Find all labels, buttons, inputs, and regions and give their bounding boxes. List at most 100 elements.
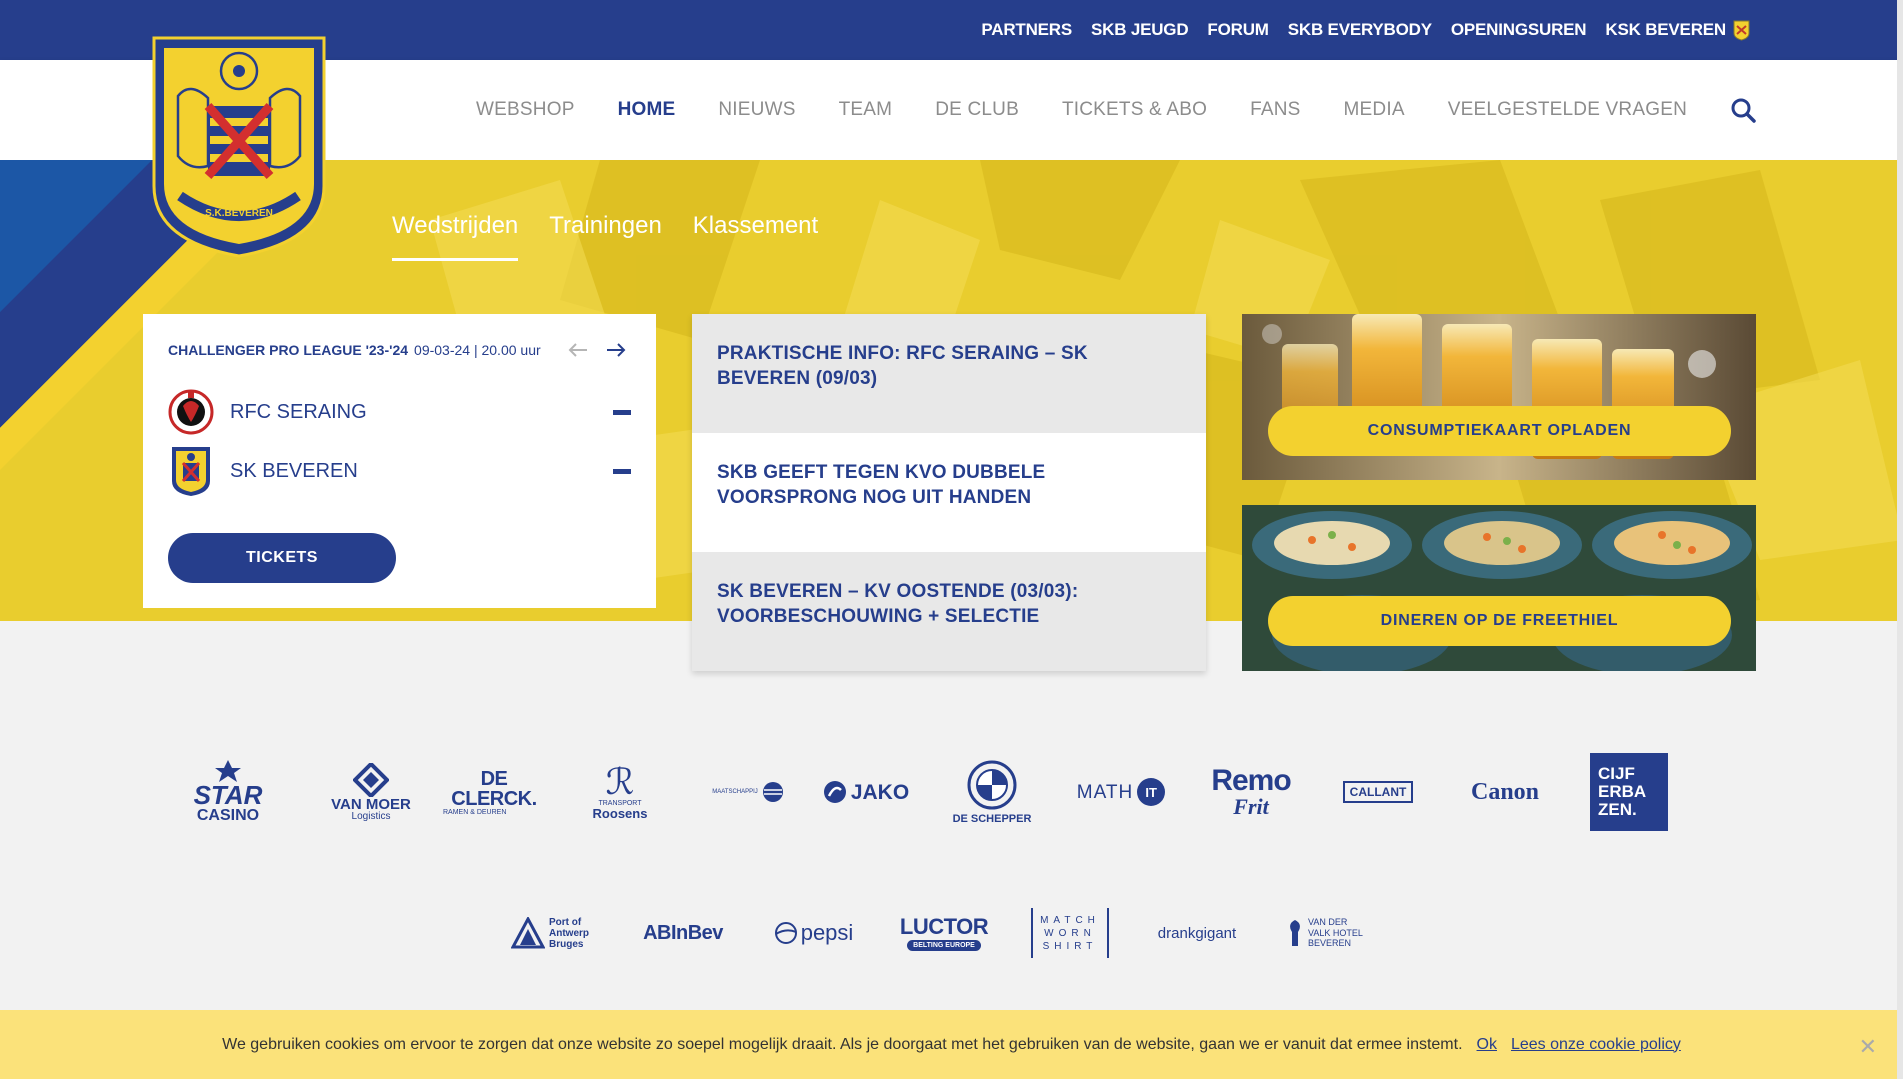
sponsors-row-2: Port of Antwerp Bruges ABInBev pepsi LUC…	[508, 905, 1370, 961]
sponsor-text: DE CLERCK.	[451, 767, 537, 810]
sponsor-cijferbazen[interactable]: CIJF ERBA ZEN.	[1590, 753, 1668, 831]
tab-klassement[interactable]: Klassement	[693, 212, 818, 261]
jako-icon	[823, 781, 846, 803]
nav-de-club[interactable]: DE CLUB	[935, 99, 1019, 121]
sponsor-port-of-antwerp[interactable]: Port of Antwerp Bruges	[508, 905, 600, 961]
sponsor-remo-frit[interactable]: Remo Frit	[1206, 752, 1296, 832]
sponsor-text: Logistics	[351, 810, 391, 822]
promo-consumptiekaart[interactable]: CONSUMPTIEKAART OPLADEN	[1242, 314, 1756, 480]
utility-link-skb-jeugd[interactable]: SKB JEUGD	[1091, 20, 1189, 40]
sk-beveren-logo	[172, 447, 210, 496]
port-icon	[511, 917, 545, 949]
nav-home[interactable]: HOME	[618, 99, 676, 121]
svg-text:S.K.BEVEREN: S.K.BEVEREN	[205, 208, 273, 219]
sponsor-text: LUCTOR	[899, 913, 989, 939]
next-match-card: CHALLENGER PRO LEAGUE '23-'24 09-03-24 |…	[143, 314, 656, 608]
sponsor-starcasino[interactable]: STAR CASINO	[175, 752, 281, 832]
news-item[interactable]: PRAKTISCHE INFO: RFC SERAING – SK BEVERE…	[692, 314, 1206, 433]
nav-team[interactable]: TEAM	[839, 99, 893, 121]
sponsor-de-schepper[interactable]: DE SCHEPPER	[947, 752, 1037, 832]
utility-nav: PARTNERS SKB JEUGD FORUM SKB EVERYBODY O…	[981, 0, 1751, 60]
sponsor-text: drankgigant	[1157, 924, 1237, 942]
bmw-icon	[967, 760, 1017, 809]
nav-webshop[interactable]: WEBSHOP	[476, 99, 575, 121]
sponsor-text: CALLANT	[1342, 781, 1414, 803]
tab-trainingen[interactable]: Trainingen	[549, 212, 662, 261]
sponsor-text: pepsi	[800, 920, 854, 945]
home-team-row: RFC SERAING	[168, 384, 631, 440]
nav-media[interactable]: MEDIA	[1344, 99, 1405, 121]
sponsor-transport-roosens[interactable]: ℛ TRANSPORT Roosens	[572, 752, 668, 832]
close-icon[interactable]: ✕	[1859, 1034, 1877, 1060]
roosens-mark-icon: ℛ	[605, 762, 635, 802]
match-datetime: 09-03-24 | 20.00 uur	[414, 342, 541, 358]
sponsor-luctor[interactable]: LUCTOR BELTING EUROPE	[899, 905, 989, 961]
page-scrollbar[interactable]	[1897, 0, 1903, 1079]
main-nav: WEBSHOP HOME NIEUWS TEAM DE CLUB TICKETS…	[476, 60, 1756, 160]
ksk-crest-icon	[1733, 20, 1750, 41]
sponsor-text: Canon	[1470, 779, 1540, 805]
sponsor-text: Frit	[1233, 794, 1269, 819]
sponsor-text: MATH	[1076, 781, 1134, 803]
news-item[interactable]: SKB GEEFT TEGEN KVO DUBBELE VOORSPRONG N…	[692, 433, 1206, 552]
arrow-left-icon[interactable]	[566, 338, 590, 362]
away-team-row: SK BEVEREN	[168, 443, 631, 499]
sk-beveren-crest-logo[interactable]: S.K.BEVEREN	[150, 36, 328, 258]
sponsor-match-worn-shirt[interactable]: MATCH WORN SHIRT	[1031, 908, 1109, 958]
cookie-message: We gebruiken cookies om ervoor te zorgen…	[222, 1035, 1463, 1053]
nav-fans[interactable]: FANS	[1250, 99, 1300, 121]
promo-dineren[interactable]: DINEREN OP DE FREETHIEL	[1242, 505, 1756, 671]
sponsor-text: Port of Antwerp Bruges	[549, 916, 589, 950]
rfc-seraing-logo	[168, 389, 214, 435]
utility-link-ksk-beveren[interactable]: KSK BEVEREN	[1605, 20, 1726, 40]
search-icon[interactable]	[1730, 97, 1756, 123]
sponsor-jako[interactable]: JAKO	[821, 752, 911, 832]
sponsor-text: ABInBev	[643, 922, 723, 944]
cookie-policy-link[interactable]: Lees onze cookie policy	[1511, 1036, 1681, 1054]
nav-veelgestelde-vragen[interactable]: VEELGESTELDE VRAGEN	[1448, 99, 1687, 121]
tab-wedstrijden[interactable]: Wedstrijden	[392, 212, 519, 261]
match-competition: CHALLENGER PRO LEAGUE '23-'24	[168, 342, 409, 358]
sponsor-text: DE SCHEPPER	[952, 812, 1032, 825]
cookie-ok-link[interactable]: Ok	[1477, 1036, 1497, 1054]
news-list: PRAKTISCHE INFO: RFC SERAING – SK BEVERE…	[692, 314, 1206, 671]
utility-link-skb-everybody[interactable]: SKB EVERYBODY	[1288, 20, 1432, 40]
utility-link-ksk-beveren-wrap[interactable]: KSK BEVEREN	[1605, 19, 1751, 41]
sponsor-math-it[interactable]: MATH IT	[1076, 752, 1166, 832]
sponsor-text: Roosens	[592, 806, 648, 821]
food-photo	[1242, 505, 1756, 671]
sponsor-canon[interactable]: Canon	[1460, 752, 1550, 832]
arrow-right-icon[interactable]	[604, 338, 628, 362]
sponsor-pepsi[interactable]: pepsi	[771, 905, 857, 961]
sponsor-text: Remo	[1211, 764, 1291, 797]
sponsor-mu[interactable]: MAATSCHAPPIJ	[693, 752, 803, 832]
consumptiekaart-button[interactable]: CONSUMPTIEKAART OPLADEN	[1268, 406, 1731, 456]
sponsor-text: RAMEN & DEUREN	[443, 808, 507, 816]
nav-nieuws[interactable]: NIEUWS	[718, 99, 795, 121]
pepsi-globe-icon	[774, 922, 797, 944]
sponsor-text: STAR	[193, 780, 263, 810]
sponsor-callant[interactable]: CALLANT	[1336, 752, 1420, 832]
sponsor-van-der-valk[interactable]: VAN DER VALK HOTEL BEVEREN	[1280, 905, 1370, 961]
sponsor-de-clerck[interactable]: DE CLERCK. RAMEN & DEUREN	[441, 752, 547, 832]
sponsor-abinbev[interactable]: ABInBev	[640, 905, 726, 961]
away-team-name: SK BEVEREN	[230, 459, 358, 482]
sponsor-text: IT	[1137, 778, 1166, 806]
utility-link-partners[interactable]: PARTNERS	[981, 20, 1072, 40]
sponsor-van-moer[interactable]: VAN MOER Logistics	[306, 752, 436, 832]
news-item[interactable]: SK BEVEREN – KV OOSTENDE (03/03): VOORBE…	[692, 552, 1206, 671]
utility-link-forum[interactable]: FORUM	[1207, 20, 1269, 40]
sponsor-drankgigant[interactable]: drankgigant	[1154, 905, 1240, 961]
sponsor-text: BELTING EUROPE	[907, 939, 981, 951]
home-team-name: RFC SERAING	[230, 400, 367, 423]
news-items: PRAKTISCHE INFO: RFC SERAING – SK BEVERE…	[692, 314, 1206, 671]
tickets-button[interactable]: TICKETS	[168, 533, 396, 583]
match-subtabs: Wedstrijden Trainingen Klassement	[392, 212, 818, 261]
sponsor-text: MAATSCHAPPIJ	[712, 789, 758, 795]
valk-bird-icon	[1290, 920, 1300, 946]
home-score-placeholder	[613, 409, 631, 415]
utility-link-openingsuren[interactable]: OPENINGSUREN	[1451, 20, 1587, 40]
nav-tickets-abo[interactable]: TICKETS & ABO	[1062, 99, 1207, 121]
dineren-button[interactable]: DINEREN OP DE FREETHIEL	[1268, 596, 1731, 646]
sponsor-text: VAN DER VALK HOTEL BEVEREN	[1308, 917, 1363, 949]
